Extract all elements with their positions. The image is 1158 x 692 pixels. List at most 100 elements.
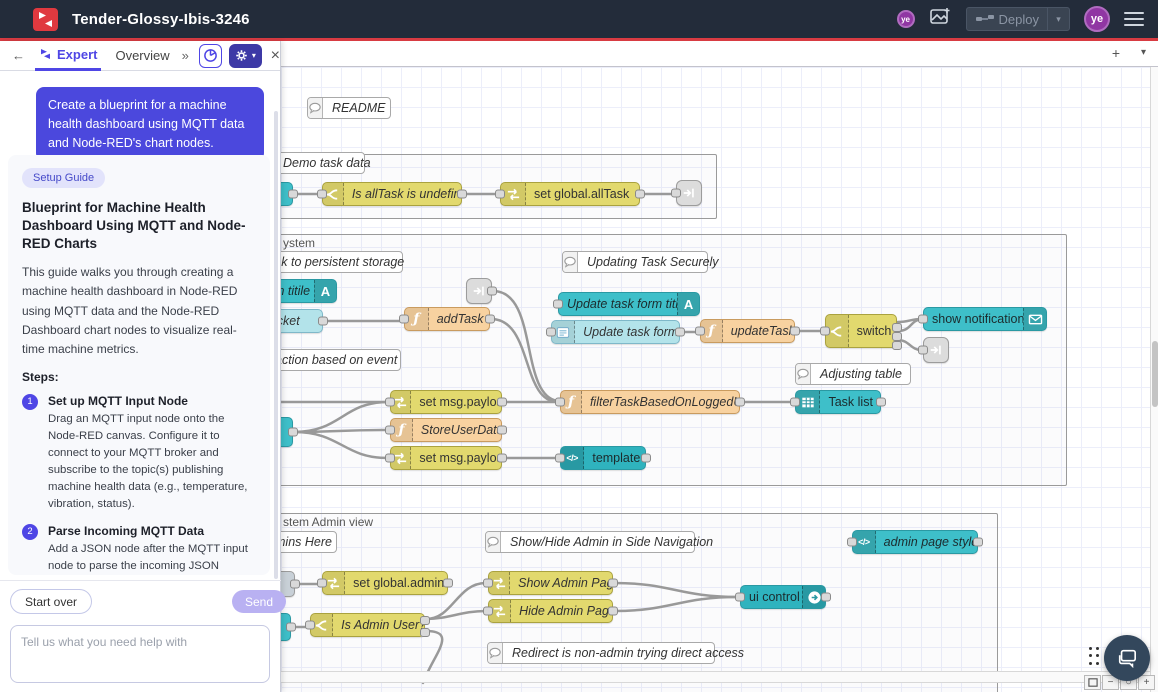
port[interactable] xyxy=(443,579,453,588)
port[interactable] xyxy=(675,328,685,337)
flow-canvas[interactable]: + ▾ ystem stem Admin view README Demo ta… xyxy=(281,41,1158,692)
back-icon[interactable]: ← xyxy=(12,48,25,63)
node-template[interactable]: </> template xyxy=(560,446,646,470)
node-link-out[interactable] xyxy=(676,180,702,206)
port[interactable] xyxy=(892,341,902,350)
port[interactable] xyxy=(735,593,745,602)
avatar-user[interactable]: ye xyxy=(1084,6,1110,32)
comment-redirect-non-admin[interactable]: Redirect is non-admin trying direct acce… xyxy=(487,642,715,664)
port[interactable] xyxy=(495,190,505,199)
port[interactable] xyxy=(555,398,565,407)
port[interactable] xyxy=(876,398,886,407)
port[interactable] xyxy=(608,607,618,616)
port[interactable] xyxy=(553,300,563,309)
port[interactable] xyxy=(485,315,495,324)
node-set-msg-payload-1[interactable]: set msg.payload xyxy=(390,390,502,414)
node-admin-page-style[interactable]: </> admin page style xyxy=(852,530,978,554)
node-storeuserdata[interactable]: ƒ StoreUserData xyxy=(390,418,502,442)
node-set-global-admins[interactable]: set global.admins xyxy=(322,571,448,595)
port[interactable] xyxy=(317,190,327,199)
node-form-title-fragment[interactable]: m titile A xyxy=(281,279,337,303)
port[interactable] xyxy=(420,616,430,625)
port[interactable] xyxy=(483,579,493,588)
port[interactable] xyxy=(487,287,497,296)
node-is-alltask-undefined[interactable]: Is allTask is undefined xyxy=(322,182,462,206)
comment-updating-task-securely[interactable]: Updating Task Securely xyxy=(562,251,708,273)
port[interactable] xyxy=(385,398,395,407)
menu-icon[interactable] xyxy=(1124,8,1144,30)
port[interactable] xyxy=(290,580,300,589)
port[interactable] xyxy=(305,621,315,630)
vertical-scrollbar[interactable] xyxy=(1150,67,1158,692)
port[interactable] xyxy=(892,323,902,332)
comment-adjusting-table[interactable]: Adjusting table xyxy=(795,363,911,385)
port[interactable] xyxy=(671,189,681,198)
node-link-out[interactable] xyxy=(923,337,949,363)
deploy-button[interactable]: Deploy ▾ xyxy=(966,7,1070,31)
port[interactable] xyxy=(821,593,831,602)
ai-assistant-icon[interactable] xyxy=(929,6,952,32)
port[interactable] xyxy=(483,607,493,616)
port[interactable] xyxy=(546,328,556,337)
node-updatetask[interactable]: ƒ updateTask xyxy=(700,319,795,343)
comment-action-based-on-event[interactable]: action based on event xyxy=(281,349,401,371)
port[interactable] xyxy=(286,623,296,632)
close-icon[interactable]: × xyxy=(271,47,280,65)
port[interactable] xyxy=(555,454,565,463)
node-is-admin-user[interactable]: Is Admin User? xyxy=(310,613,425,637)
port[interactable] xyxy=(385,426,395,435)
node-ticket-fragment[interactable]: icket xyxy=(281,309,323,333)
port[interactable] xyxy=(385,454,395,463)
port[interactable] xyxy=(318,317,328,326)
port[interactable] xyxy=(735,398,745,407)
node-set-global-alltask[interactable]: set global.allTask xyxy=(500,182,640,206)
node-stub-teal[interactable] xyxy=(281,613,291,641)
add-flow-button[interactable]: + xyxy=(1112,45,1120,61)
port[interactable] xyxy=(973,538,983,547)
port[interactable] xyxy=(790,327,800,336)
port[interactable] xyxy=(641,454,651,463)
node-update-task-form-title[interactable]: Update task form title A xyxy=(558,292,700,316)
scroll-thumb[interactable] xyxy=(1152,341,1158,407)
node-filtertask[interactable]: ƒ filterTaskBasedOnLoggedUser xyxy=(560,390,740,414)
node-show-notification[interactable]: show notification xyxy=(923,307,1047,331)
comment-persistent-storage[interactable]: sk to persistent storage xyxy=(281,251,403,273)
node-link-out[interactable] xyxy=(466,278,492,304)
node-set-msg-payload-2[interactable]: set msg.payload xyxy=(390,446,502,470)
node-hide-admin-page[interactable]: Hide Admin Page xyxy=(488,599,613,623)
tab-expert[interactable]: Expert xyxy=(35,41,101,71)
port[interactable] xyxy=(918,346,928,355)
port[interactable] xyxy=(918,315,928,324)
flow-list-caret-icon[interactable]: ▾ xyxy=(1141,47,1146,58)
comment-admins-here[interactable]: mins Here xyxy=(281,531,337,553)
port[interactable] xyxy=(317,579,327,588)
fit-view-button[interactable] xyxy=(1084,675,1101,690)
port[interactable] xyxy=(892,332,902,341)
port[interactable] xyxy=(635,190,645,199)
port[interactable] xyxy=(608,579,618,588)
node-switch[interactable]: switch xyxy=(825,314,897,348)
assistant-input[interactable] xyxy=(10,625,270,683)
node-stub-teal[interactable] xyxy=(281,182,293,206)
chat-fab-button[interactable] xyxy=(1104,635,1150,681)
port[interactable] xyxy=(497,454,507,463)
port[interactable] xyxy=(420,628,430,637)
node-addtask[interactable]: ƒ addTask xyxy=(404,307,490,331)
horizontal-scrollbar[interactable] xyxy=(281,671,1150,683)
send-button[interactable]: Send xyxy=(232,590,286,613)
port[interactable] xyxy=(399,315,409,324)
port[interactable] xyxy=(457,190,467,199)
port[interactable] xyxy=(695,327,705,336)
port[interactable] xyxy=(790,398,800,407)
port[interactable] xyxy=(288,428,298,437)
node-show-admin-page[interactable]: Show Admin Page xyxy=(488,571,613,595)
start-over-button[interactable]: Start over xyxy=(10,589,92,614)
node-update-task-form[interactable]: Update task form xyxy=(551,320,680,344)
port[interactable] xyxy=(820,327,830,336)
port[interactable] xyxy=(497,426,507,435)
drag-handle-icon[interactable] xyxy=(1089,647,1103,669)
port[interactable] xyxy=(847,538,857,547)
settings-dropdown-button[interactable]: ▾ xyxy=(229,44,261,68)
node-ui-control[interactable]: ui control xyxy=(740,585,826,609)
node-task-list[interactable]: Task list xyxy=(795,390,881,414)
